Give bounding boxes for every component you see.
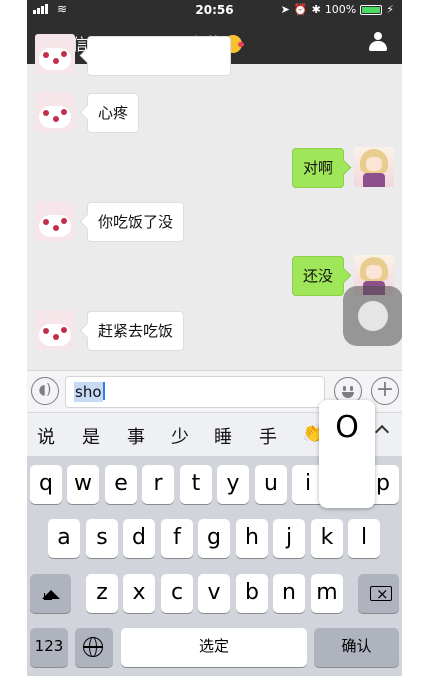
key-preview-popup: O [319,400,375,508]
key-y[interactable]: y [217,465,249,504]
key-d[interactable]: d [123,519,155,558]
key-f[interactable]: f [161,519,193,558]
text-caret [102,382,105,400]
key-preview-letter: O [335,410,359,445]
numbers-key[interactable]: 123 [30,628,68,667]
key-b[interactable]: b [236,574,268,613]
message-bubble[interactable]: 心疼 [87,93,140,133]
message-bubble[interactable]: 对啊 [291,148,344,188]
message-bubble[interactable]: 还没 [291,256,344,296]
message-bubble[interactable]: 你吃饭了没 [87,202,185,242]
candidate-word[interactable]: 少 [171,423,189,449]
candidate-word[interactable]: 说 [37,423,55,449]
key-e[interactable]: e [105,465,137,504]
shift-key[interactable] [30,574,71,613]
key-l[interactable]: l [348,519,380,558]
key-w[interactable]: w [67,465,99,504]
input-composing-text: sho [74,382,103,402]
voice-input-button[interactable]: ◖) [31,377,59,405]
candidate-word[interactable]: 手 [259,423,277,449]
candidate-word[interactable]: 是 [82,423,100,449]
contact-info-button[interactable] [368,32,388,52]
contact-avatar[interactable] [35,201,75,241]
message-input[interactable]: sho [65,376,325,408]
globe-key[interactable] [75,628,113,667]
battery-percent: 100% [324,3,357,16]
my-avatar[interactable] [354,147,394,187]
key-z[interactable]: z [86,574,118,613]
key-v[interactable]: v [198,574,230,613]
charging-icon: ⚡ [386,3,394,16]
smiley-icon [343,386,346,391]
key-t[interactable]: t [180,465,212,504]
key-x[interactable]: x [123,574,155,613]
key-k[interactable]: k [311,519,343,558]
backspace-key[interactable] [358,574,399,613]
contact-avatar[interactable] [35,34,75,74]
key-m[interactable]: m [311,574,343,613]
battery-icon [360,4,383,15]
status-bar: ≋ 20:56 ➤ ⏰ ✱ 100% ⚡ [27,0,402,20]
chevron-up-icon[interactable] [374,424,390,440]
person-icon [374,32,382,40]
plus-icon: + [375,377,395,402]
return-key[interactable]: 确认 [314,628,399,667]
globe-icon [83,637,103,657]
key-s[interactable]: s [86,519,118,558]
key-u[interactable]: u [255,465,287,504]
bluetooth-icon: ✱ [311,3,321,16]
key-a[interactable]: a [48,519,80,558]
more-button[interactable]: + [371,377,399,405]
space-key[interactable]: 选定 [121,628,307,667]
key-g[interactable]: g [198,519,230,558]
key-r[interactable]: r [142,465,174,504]
sound-wave-icon: ◖) [38,382,52,398]
contact-avatar[interactable] [35,310,75,350]
assistive-touch-button[interactable] [343,286,402,346]
candidate-word[interactable]: 睡 [214,423,232,449]
key-c[interactable]: c [161,574,193,613]
key-n[interactable]: n [273,574,305,613]
location-icon: ➤ [280,3,290,16]
message-bubble[interactable]: 赶紧去吃饭 [87,311,185,351]
message-bubble-partial[interactable] [87,36,231,76]
phone-screen: ≋ 20:56 ➤ ⏰ ✱ 100% ⚡ 微信 小艾 [27,0,402,676]
key-h[interactable]: h [236,519,268,558]
backspace-icon [370,576,392,613]
alarm-icon: ⏰ [293,3,308,16]
key-q[interactable]: q [30,465,62,504]
key-j[interactable]: j [273,519,305,558]
candidate-word[interactable]: 事 [127,423,145,449]
contact-avatar[interactable] [35,92,75,132]
